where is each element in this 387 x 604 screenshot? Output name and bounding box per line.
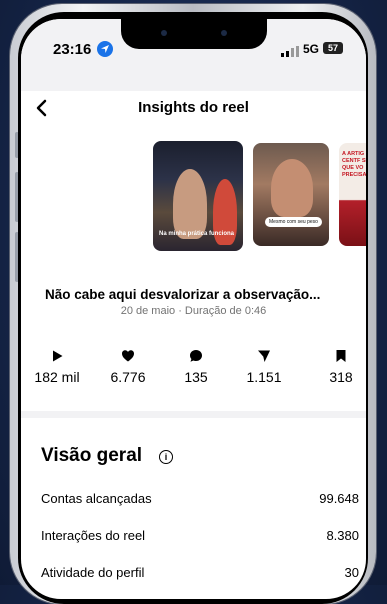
row-value: 8.380 [326, 528, 359, 543]
status-time: 23:16 [53, 41, 92, 58]
metric-value: 1.151 [246, 369, 282, 385]
metric-likes: 6.776 [98, 349, 158, 387]
reel-title: Não cabe aqui desvalorizar a observação.… [45, 287, 321, 302]
thumbnail-caption: Mesmo com seu peso [265, 217, 322, 227]
overview-title: Visão geral [41, 445, 143, 466]
location-icon [97, 41, 113, 57]
row-label: Interações do reel [41, 528, 146, 543]
network-label: 5G [303, 42, 320, 56]
metric-value: 135 [184, 369, 208, 385]
reel-meta: 20 de maio · Duração de 0:46 [120, 305, 267, 317]
overview-row-accounts-reached[interactable]: Contas alcançadas 99.648 [41, 491, 359, 506]
reel-thumbnail-current[interactable]: Na minha prática funciona [153, 141, 243, 251]
camera-dot [221, 30, 227, 36]
screen: 23:16 5G 57 Insights do reel Na minha pr… [21, 19, 366, 599]
info-icon[interactable]: i [159, 450, 173, 464]
heart-icon [122, 350, 134, 362]
thumbnail-face [271, 159, 313, 217]
section-divider [21, 411, 366, 418]
play-icon [53, 350, 63, 362]
metric-comments: 135 [166, 349, 226, 387]
row-value: 99.648 [319, 491, 359, 506]
page-title: Insights do reel [138, 99, 249, 116]
signal-icon [281, 44, 299, 62]
thumbnail-figure [173, 169, 207, 239]
share-icon [258, 350, 270, 362]
battery-icon: 57 [323, 42, 343, 54]
metric-saves: 318 [311, 349, 366, 387]
metric-plays: 182 mil [27, 349, 87, 387]
row-value: 30 [344, 565, 359, 580]
overview-row-reel-interactions[interactable]: Interações do reel 8.380 [41, 528, 359, 543]
comment-icon [190, 350, 202, 362]
sensor-dot [161, 30, 167, 36]
thumbnail-caption: Na minha prática funciona [159, 231, 235, 237]
metric-value: 6.776 [110, 369, 146, 385]
metric-value: 318 [329, 369, 353, 385]
reel-thumbnail[interactable]: Mesmo com seu peso [253, 143, 329, 246]
metric-shares: 1.151 [234, 349, 294, 387]
reel-thumbnail[interactable]: A ARTIG CENTF SEMA QUE VO PRECISA [339, 143, 366, 246]
overview-row-profile-activity[interactable]: Atividade do perfil 30 [41, 565, 359, 580]
notch [121, 19, 267, 49]
row-label: Atividade do perfil [41, 565, 145, 580]
row-label: Contas alcançadas [41, 491, 152, 506]
save-icon [336, 350, 346, 362]
metric-value: 182 mil [34, 369, 80, 385]
thumbnail-text: A ARTIG CENTF SEMA QUE VO PRECISA [342, 151, 366, 178]
